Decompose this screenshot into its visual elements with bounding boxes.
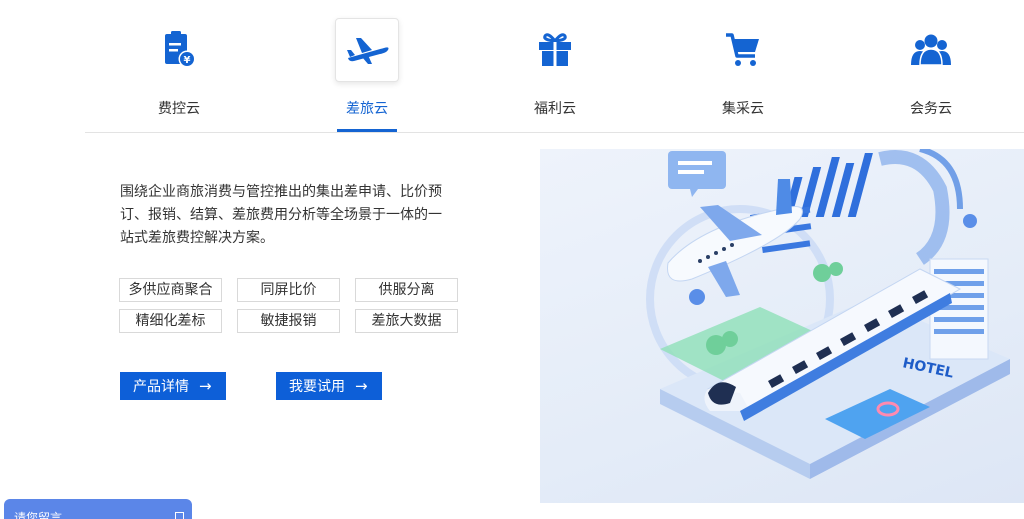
airplane-illustration [667,179,803,297]
tab-travel-cloud[interactable]: 差旅云 [307,18,427,133]
button-label: 产品详情 [133,379,189,395]
shopping-cart-icon [711,18,775,82]
tab-label: 会务云 [910,101,952,117]
tab-label: 集采云 [722,101,764,117]
feature-tag: 同屏比价 [237,278,340,302]
product-details-button[interactable]: 产品详情 → [120,372,226,400]
arrow-right-icon: → [355,377,368,395]
chat-label: 请您留言 [14,511,63,519]
tab-expense-cloud[interactable]: ¥ 费控云 [119,18,239,133]
feature-tag: 敏捷报销 [237,309,340,333]
feature-tag: 精细化差标 [119,309,222,333]
arrow-right-icon: → [199,377,212,395]
feature-tag: 供服分离 [355,278,458,302]
message-bubble-icon [668,151,726,197]
tab-label: 费控云 [158,101,200,117]
group-icon [899,18,963,82]
tab-label: 差旅云 [346,101,388,117]
leave-message-widget[interactable]: 请您留言 [4,499,192,519]
tab-meeting-cloud[interactable]: 会务云 [871,18,991,133]
travel-hero-illustration: HOTEL [540,149,1024,503]
airplane-icon [335,18,399,82]
tab-welfare-cloud[interactable]: 福利云 [495,18,615,133]
tab-procurement-cloud[interactable]: 集采云 [683,18,803,133]
tab-label: 福利云 [534,101,576,117]
product-tabs: ¥ 费控云 差旅云 福利云 集采云 会务云 [85,0,1024,133]
svg-text:¥: ¥ [184,55,191,66]
feature-tag: 多供应商聚合 [119,278,222,302]
button-label: 我要试用 [289,379,345,395]
active-tab-indicator [337,129,397,132]
feature-tag: 差旅大数据 [355,309,458,333]
product-description: 围绕企业商旅消费与管控推出的集出差申请、比价预订、报销、结算、差旅费用分析等全场… [120,184,442,246]
receipt-yen-icon: ¥ [147,18,211,82]
gift-icon [523,18,587,82]
maximize-icon[interactable] [175,512,184,519]
free-trial-button[interactable]: 我要试用 → [276,372,382,400]
